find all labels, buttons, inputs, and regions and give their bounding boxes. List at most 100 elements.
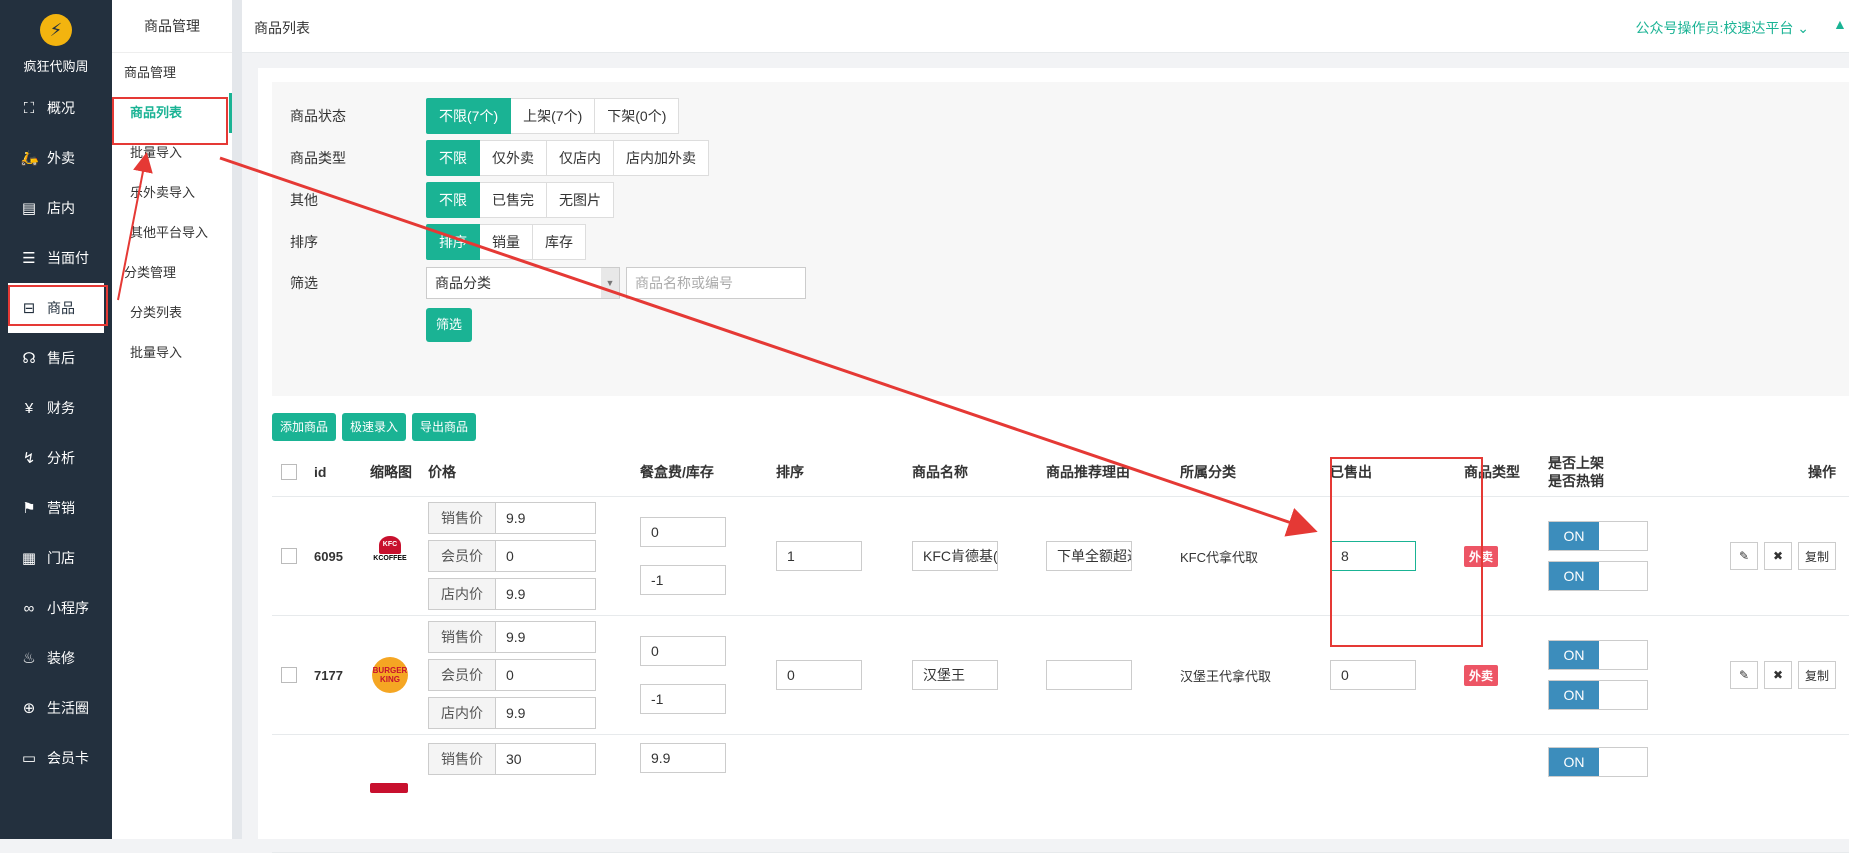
user-icon[interactable]: ▲ <box>1833 16 1847 34</box>
sidebar-divider <box>232 0 242 839</box>
status-on-button[interactable]: 上架(7个) <box>511 98 596 134</box>
box-fee-input[interactable]: 0 <box>640 517 726 547</box>
overview-icon: ⛶ <box>23 99 35 117</box>
other-all-button[interactable]: 不限 <box>426 182 480 218</box>
sub-item-goods-list[interactable]: 商品列表 <box>112 93 232 133</box>
row-id: 7177 <box>314 667 343 683</box>
sub-item-goods-manage[interactable]: 商品管理 <box>112 53 232 93</box>
member-price-field[interactable]: 会员价 0 <box>428 659 596 691</box>
edit-icon[interactable]: ✎ <box>1729 542 1758 570</box>
add-goods-button[interactable]: 添加商品 <box>272 413 337 441</box>
sub-item-batch-import[interactable]: 批量导入 <box>112 133 232 173</box>
col-ops: 操作 <box>1808 464 1836 480</box>
hot-toggle[interactable]: ON <box>1548 561 1648 591</box>
finance-icon: ¥ <box>24 399 34 417</box>
nav-item-store[interactable]: ▤ 店内 <box>0 183 112 233</box>
box-fee-input[interactable]: 9.9 <box>640 743 726 773</box>
filter-button[interactable]: 筛选 <box>426 308 473 342</box>
sub-item-other-import[interactable]: 其他平台导入 <box>112 213 232 253</box>
sort-order-button[interactable]: 排序 <box>426 224 480 260</box>
analytics-icon: ↯ <box>22 450 36 467</box>
sub-item-category-import[interactable]: 批量导入 <box>112 333 232 373</box>
dropdown-arrow-icon: ▼ <box>601 268 619 298</box>
instore-price-field[interactable]: 店内价 9.9 <box>428 578 596 610</box>
name-input[interactable]: KFC肯德基( <box>912 541 998 571</box>
other-soldout-button[interactable]: 已售完 <box>480 182 547 218</box>
nav-item-miniprogram[interactable]: ∞ 小程序 <box>0 583 112 633</box>
member-price-field[interactable]: 会员价 0 <box>428 540 596 572</box>
quick-entry-button[interactable]: 极速录入 <box>342 413 407 441</box>
sub-item-category-manage[interactable]: 分类管理 <box>112 253 232 293</box>
filter-type-label: 商品类型 <box>290 150 346 166</box>
sort-sales-button[interactable]: 销量 <box>480 224 533 260</box>
row-checkbox[interactable] <box>281 548 297 564</box>
stock-input[interactable]: -1 <box>640 565 726 595</box>
sold-input[interactable]: 0 <box>1330 660 1416 690</box>
stock-input[interactable]: -1 <box>640 684 726 714</box>
delivery-icon: 🛵 <box>20 150 39 167</box>
reason-input[interactable]: 下单全额超过 <box>1046 541 1132 571</box>
nav-item-finance[interactable]: ¥ 财务 <box>0 383 112 433</box>
col-sort: 排序 <box>776 464 804 480</box>
category-select[interactable]: 商品分类 ▼ <box>426 267 620 299</box>
sale-price-field[interactable]: 销售价 9.9 <box>428 502 596 534</box>
hot-toggle[interactable]: ON <box>1548 680 1648 710</box>
nav-item-receipt[interactable]: ☰ 当面付 <box>0 233 112 283</box>
copy-button[interactable]: 复制 <box>1797 661 1836 689</box>
status-off-button[interactable]: 下架(0个) <box>595 98 680 134</box>
nav-label: 外卖 <box>47 150 75 166</box>
sale-price-field[interactable]: 销售价 30 <box>428 743 596 775</box>
instore-price-field[interactable]: 店内价 9.9 <box>428 697 596 729</box>
sort-input[interactable]: 0 <box>776 660 862 690</box>
operator-menu[interactable]: 公众号操作员:校速达平台 ⌄ <box>1635 18 1809 38</box>
sold-input[interactable]: 8 <box>1330 541 1416 571</box>
chevron-down-icon: ⌄ <box>1797 20 1809 36</box>
shop-icon: ▦ <box>21 550 37 567</box>
sort-stock-button[interactable]: 库存 <box>533 224 586 260</box>
nav-item-globe[interactable]: ⊕ 生活圈 <box>0 683 112 733</box>
filter-screen-label: 筛选 <box>290 275 318 291</box>
onsale-toggle[interactable]: ON <box>1548 521 1648 551</box>
row-category: KFC代拿代取 <box>1180 549 1259 565</box>
type-both-button[interactable]: 店内加外卖 <box>614 140 709 176</box>
nav-item-aftersale[interactable]: ☊ 售后 <box>0 333 112 383</box>
sort-input[interactable]: 1 <box>776 541 862 571</box>
nav-item-analytics[interactable]: ↯ 分析 <box>0 433 112 483</box>
box-fee-input[interactable]: 0 <box>640 636 726 666</box>
delete-icon[interactable]: ✖ <box>1763 542 1792 570</box>
nav-item-card[interactable]: ▭ 会员卡 <box>0 733 112 783</box>
sub-item-le-import[interactable]: 乐外卖导入 <box>112 173 232 213</box>
edit-icon[interactable]: ✎ <box>1729 661 1758 689</box>
type-delivery-button[interactable]: 仅外卖 <box>480 140 547 176</box>
nav-item-delivery[interactable]: 🛵 外卖 <box>0 133 112 183</box>
reason-input[interactable] <box>1046 660 1132 690</box>
nav-item-overview[interactable]: ⛶ 概况 <box>0 83 112 133</box>
nav-item-marketing[interactable]: ⚑ 营销 <box>0 483 112 533</box>
nav-item-decorate[interactable]: ♨ 装修 <box>0 633 112 683</box>
filter-sort-label: 排序 <box>290 234 318 250</box>
delete-icon[interactable]: ✖ <box>1763 661 1792 689</box>
main-sidebar: ⚡ 疯狂代购周 ⛶ 概况 🛵 外卖 ▤ 店内 ☰ 当面付 ⊟ 商品 ☊ 售后 ¥ 财务 ↯ 分析 ⚑ 营销 ▦ 门店 ∞… <box>0 0 112 839</box>
bag-icon: ⊟ <box>22 300 36 317</box>
name-input[interactable]: 汉堡王 <box>912 660 998 690</box>
select-all-checkbox[interactable] <box>281 464 297 480</box>
copy-button[interactable]: 复制 <box>1797 542 1836 570</box>
type-instore-button[interactable]: 仅店内 <box>547 140 614 176</box>
kfc-logo-image: KFC KCOFFEE <box>370 536 410 576</box>
sale-price-field[interactable]: 销售价 9.9 <box>428 621 596 653</box>
other-noimage-button[interactable]: 无图片 <box>547 182 614 218</box>
type-all-button[interactable]: 不限 <box>426 140 480 176</box>
onsale-toggle[interactable]: ON <box>1548 747 1648 777</box>
goods-table: id 缩略图 价格 餐盒费/库存 排序 商品名称 商品推荐理由 所属分类 已售出… <box>272 448 1849 853</box>
col-category: 所属分类 <box>1180 464 1236 480</box>
nav-label: 商品 <box>47 300 75 316</box>
nav-item-bag[interactable]: ⊟ 商品 <box>8 283 104 333</box>
row-checkbox[interactable] <box>281 667 297 683</box>
export-goods-button[interactable]: 导出商品 <box>412 413 477 441</box>
sub-item-category-list[interactable]: 分类列表 <box>112 293 232 333</box>
status-all-button[interactable]: 不限(7个) <box>426 98 512 134</box>
filter-type-row: 商品类型 不限 仅外卖 仅店内 店内加外卖 <box>290 140 709 176</box>
onsale-toggle[interactable]: ON <box>1548 640 1648 670</box>
nav-item-shop[interactable]: ▦ 门店 <box>0 533 112 583</box>
keyword-input[interactable]: 商品名称或编号 <box>626 267 806 299</box>
